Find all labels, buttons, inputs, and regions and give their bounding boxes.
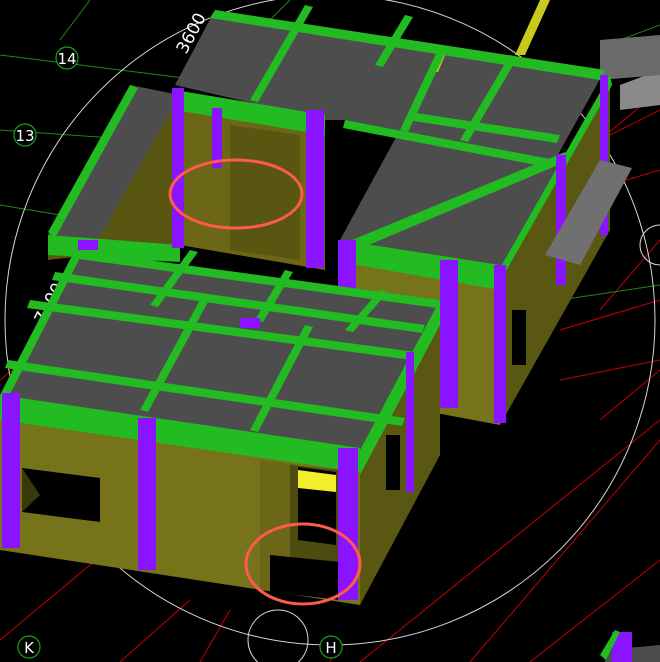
axis-bubble-14[interactable]: 14 (55, 46, 79, 70)
lower-module[interactable] (0, 240, 440, 605)
3d-model-viewport[interactable]: 14 13 K H 3600 7200 (0, 0, 660, 662)
axis-label-H: H (325, 639, 336, 657)
adjacent-module-fragment[interactable] (600, 630, 660, 662)
side-window-lower (386, 435, 400, 490)
axis-label-K: K (24, 639, 35, 657)
axis-bubble-K[interactable]: K (17, 635, 41, 659)
side-window-upper (512, 310, 526, 365)
axis-label-14: 14 (57, 50, 76, 68)
axis-bubble-H[interactable]: H (319, 635, 343, 659)
axis-label-13: 13 (15, 127, 34, 145)
axis-bubble-13[interactable]: 13 (13, 123, 37, 147)
